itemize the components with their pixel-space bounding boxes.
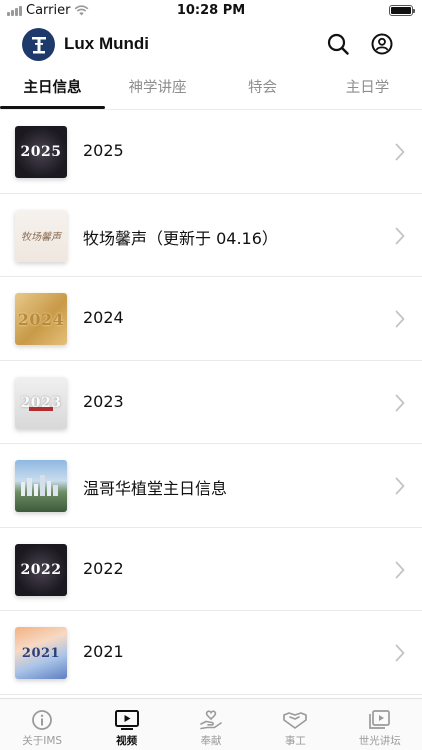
tabbar-item-ministry[interactable]: 事工 [253, 699, 337, 750]
playlist-icon [368, 710, 390, 729]
list-item-title: 2023 [83, 391, 124, 411]
city-skyline-image [21, 475, 58, 496]
bottom-tab-bar: 关于IMS 视频 奉献 事工 世光讲坛 [0, 698, 422, 750]
list-item[interactable]: 牧场馨声 牧场馨声（更新于 04.16） [0, 194, 422, 277]
search-button[interactable] [325, 31, 351, 57]
category-tabs: 主日信息 神学讲座 特会 主日学 [0, 68, 422, 110]
list-item[interactable]: 2021 2021 [0, 611, 422, 695]
series-thumbnail: 2022 [15, 543, 67, 596]
list-item-title: 牧场馨声（更新于 04.16） [83, 228, 278, 248]
tabbar-label: 事工 [284, 735, 306, 747]
list-item[interactable]: 2023 2023 [0, 361, 422, 444]
profile-button[interactable] [369, 31, 395, 57]
chevron-right-icon [395, 143, 405, 161]
series-thumbnail: 2023 [15, 376, 67, 429]
list-item[interactable]: 2024 2024 [0, 277, 422, 361]
tabbar-label: 视频 [116, 735, 138, 747]
chevron-right-icon [395, 227, 405, 244]
tab-sunday-school[interactable]: 主日学 [315, 68, 420, 108]
search-icon [327, 33, 349, 55]
thumbnail-banner [29, 406, 53, 411]
list-item-title: 2021 [83, 642, 124, 661]
lux-mundi-logo [22, 28, 55, 61]
list-item[interactable]: 2022 2022 [0, 528, 422, 611]
battery-icon [389, 5, 415, 16]
chevron-right-icon [395, 561, 405, 578]
tab-sunday-message[interactable]: 主日信息 [0, 68, 105, 108]
chevron-right-icon [395, 394, 405, 411]
thumbnail-text: 2025 [20, 144, 62, 160]
series-thumbnail: 牧场馨声 [15, 209, 67, 262]
series-list: 2025 2025 牧场馨声 牧场馨声（更新于 04.16） 2024 2024… [0, 110, 422, 697]
list-item[interactable]: 2025 2025 [0, 110, 422, 194]
tabbar-item-video[interactable]: 视频 [84, 699, 168, 750]
user-circle-icon [371, 33, 393, 55]
info-icon [32, 710, 53, 730]
thumbnail-text: 2024 [17, 309, 65, 329]
app-title: Lux Mundi [64, 34, 149, 53]
status-time: 10:28 PM [176, 3, 246, 18]
thumbnail-text: 2021 [21, 645, 61, 661]
list-item[interactable]: 温哥华植堂主日信息 [0, 444, 422, 528]
list-item-title: 2024 [83, 308, 124, 327]
video-icon [114, 710, 139, 730]
tabbar-item-about[interactable]: 关于IMS [0, 699, 84, 750]
list-item-title: 2025 [83, 141, 124, 160]
tabbar-item-donate[interactable]: 奉献 [169, 699, 253, 750]
thumbnail-text: 2022 [20, 561, 62, 578]
series-thumbnail [15, 460, 67, 512]
series-thumbnail: 2021 [15, 627, 67, 679]
list-item-title: 2022 [83, 558, 124, 578]
chevron-right-icon [395, 477, 405, 495]
tab-special-meetings[interactable]: 特会 [210, 68, 315, 108]
tab-theology-lectures[interactable]: 神学讲座 [105, 68, 210, 108]
app-header: Lux Mundi [0, 22, 422, 66]
status-bar: Carrier 10:28 PM [0, 0, 422, 22]
series-thumbnail: 2024 [15, 293, 67, 345]
thumbnail-text: 牧场馨声 [21, 232, 61, 243]
series-thumbnail: 2025 [15, 126, 67, 178]
donate-hand-icon [200, 710, 222, 730]
tabbar-label: 关于IMS [22, 735, 63, 747]
chevron-right-icon [395, 310, 405, 328]
tabbar-label: 奉献 [200, 735, 222, 747]
tabbar-label: 世光讲坛 [358, 735, 401, 747]
tabbar-item-pulpit[interactable]: 世光讲坛 [338, 699, 422, 750]
list-item-title: 温哥华植堂主日信息 [83, 479, 228, 498]
chevron-right-icon [395, 644, 405, 662]
handshake-icon [283, 712, 308, 729]
